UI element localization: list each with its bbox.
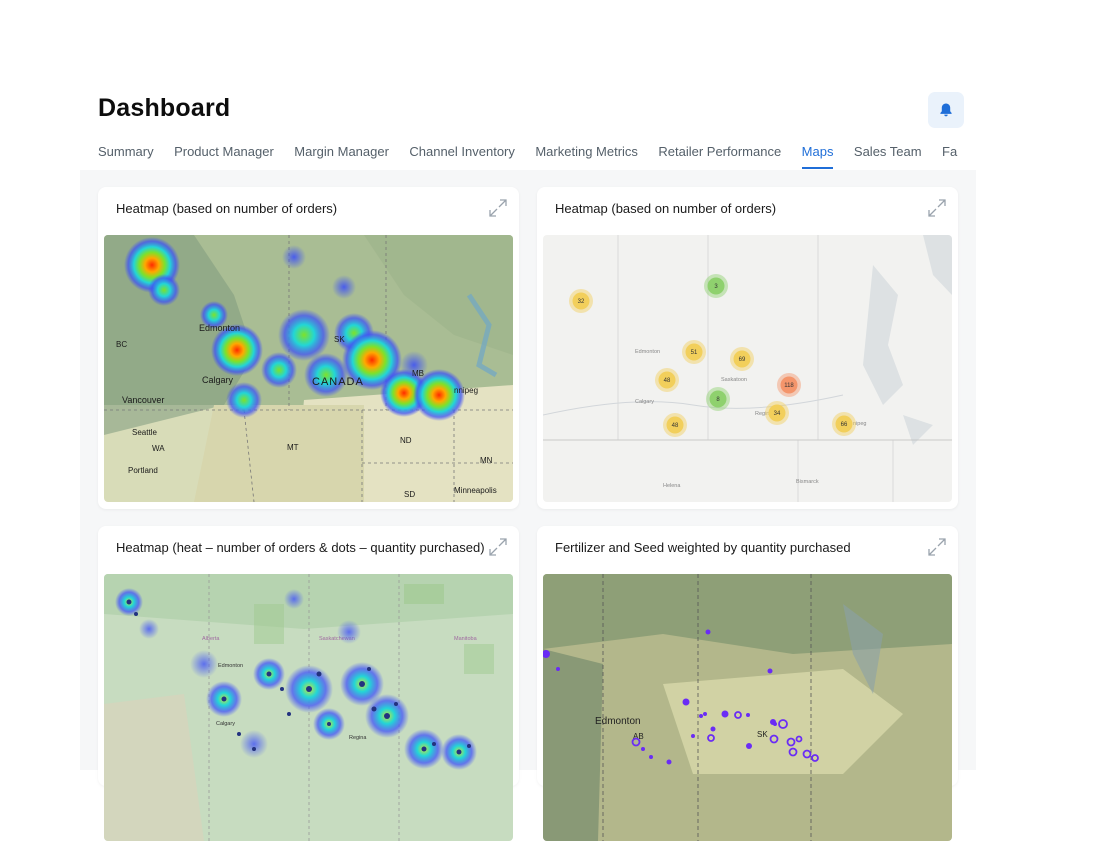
weighted-dots-map[interactable]: Edmonton AB SK <box>543 574 952 841</box>
map-card-heat-and-dots: Heatmap (heat – number of orders & dots … <box>98 526 519 841</box>
map-card-heatmap-orders: Heatmap (based on number of orders) Edmo… <box>98 187 519 509</box>
svg-text:118: 118 <box>784 383 794 389</box>
cluster-marker[interactable]: 118 <box>777 373 801 397</box>
expand-icon[interactable] <box>926 536 948 558</box>
heat-dots-map[interactable]: Alberta Saskatchewan Manitoba Edmonton C… <box>104 574 513 841</box>
tab-maps[interactable]: Maps <box>801 138 833 170</box>
map-label-mt: MT <box>287 443 299 452</box>
map-label-mn: MN <box>480 456 493 465</box>
svg-text:34: 34 <box>774 411 781 417</box>
card-title: Heatmap (based on number of orders) <box>555 201 777 216</box>
svg-text:69: 69 <box>739 357 746 363</box>
map-label-minneapolis: Minneapolis <box>454 486 497 495</box>
map-label-winnipeg: nnipeg <box>454 386 478 395</box>
cluster-marker[interactable]: 51 <box>682 340 706 364</box>
map-label-canada: CANADA <box>312 376 364 388</box>
svg-text:66: 66 <box>841 422 848 428</box>
notifications-button[interactable] <box>928 92 964 128</box>
card-title: Heatmap (heat – number of orders & dots … <box>116 540 485 555</box>
tab-sales-team[interactable]: Sales Team <box>854 138 922 170</box>
cluster-marker[interactable]: 48 <box>663 413 687 437</box>
cluster-marker[interactable]: 32 <box>569 289 593 313</box>
tab-retailer-performance[interactable]: Retailer Performance <box>658 138 781 170</box>
map-label-manitoba: Manitoba <box>454 636 478 642</box>
map-label-seattle: Seattle <box>132 428 157 437</box>
card-title: Fertilizer and Seed weighted by quantity… <box>555 540 851 555</box>
tab-summary[interactable]: Summary <box>98 138 154 170</box>
map-label-alberta: Alberta <box>202 636 220 642</box>
map-label-regina: Regina <box>349 735 367 741</box>
map-label-sd: SD <box>404 490 415 499</box>
cluster-map[interactable]: Edmonton Saskatoon Calgary Regina nipeg … <box>543 235 952 502</box>
map-label-sk: SK <box>334 335 345 344</box>
expand-icon[interactable] <box>487 536 509 558</box>
tab-marketing-metrics[interactable]: Marketing Metrics <box>535 138 638 170</box>
map-label-helena: Helena <box>663 483 681 489</box>
map-label-calgary: Calgary <box>202 375 234 385</box>
tab-bar: Summary Product Manager Margin Manager C… <box>98 138 976 170</box>
tab-margin-manager[interactable]: Margin Manager <box>294 138 389 170</box>
tab-channel-inventory[interactable]: Channel Inventory <box>409 138 515 170</box>
map-card-fertilizer-seed: Fertilizer and Seed weighted by quantity… <box>537 526 958 841</box>
tab-product-manager[interactable]: Product Manager <box>174 138 274 170</box>
maps-content-area: Heatmap (based on number of orders) Edmo… <box>80 170 976 841</box>
cluster-marker[interactable]: 8 <box>706 387 730 411</box>
page-title: Dashboard <box>98 94 231 122</box>
map-label-vancouver: Vancouver <box>122 395 164 405</box>
map-label-calgary: Calgary <box>216 721 235 727</box>
bell-icon <box>940 103 952 117</box>
map-label-nd: ND <box>400 436 412 445</box>
map-label-bismarck: Bismarck <box>796 479 819 485</box>
map-label-mb: MB <box>412 369 424 378</box>
map-label-bc: BC <box>116 340 127 349</box>
cluster-marker[interactable]: 48 <box>655 368 679 392</box>
svg-text:32: 32 <box>578 299 585 305</box>
cluster-marker[interactable]: 69 <box>730 347 754 371</box>
svg-text:51: 51 <box>691 350 698 356</box>
map-label-wa: WA <box>152 444 165 453</box>
cluster-marker[interactable]: 34 <box>765 401 789 425</box>
svg-text:48: 48 <box>664 378 671 384</box>
heatmap-map[interactable]: Edmonton BC Calgary CANADA MB nnipeg Van… <box>104 235 513 502</box>
map-label-sk: SK <box>757 730 768 739</box>
card-title: Heatmap (based on number of orders) <box>116 201 338 216</box>
tab-fa-truncated[interactable]: Fa <box>942 138 957 170</box>
expand-icon[interactable] <box>487 197 509 219</box>
map-label-edmonton: Edmonton <box>595 716 641 727</box>
map-label-edmonton: Edmonton <box>635 349 660 355</box>
map-label-edmonton: Edmonton <box>218 663 243 669</box>
cluster-marker[interactable]: 3 <box>704 274 728 298</box>
map-label-edmonton: Edmonton <box>199 323 240 333</box>
svg-text:48: 48 <box>672 423 679 429</box>
map-label-calgary: Calgary <box>635 399 654 405</box>
cluster-marker[interactable]: 66 <box>832 412 856 436</box>
expand-icon[interactable] <box>926 197 948 219</box>
map-label-saskatoon: Saskatoon <box>721 377 747 383</box>
map-label-portland: Portland <box>128 466 158 475</box>
map-card-cluster-orders: Heatmap (based on number of orders) Edmo… <box>537 187 958 509</box>
